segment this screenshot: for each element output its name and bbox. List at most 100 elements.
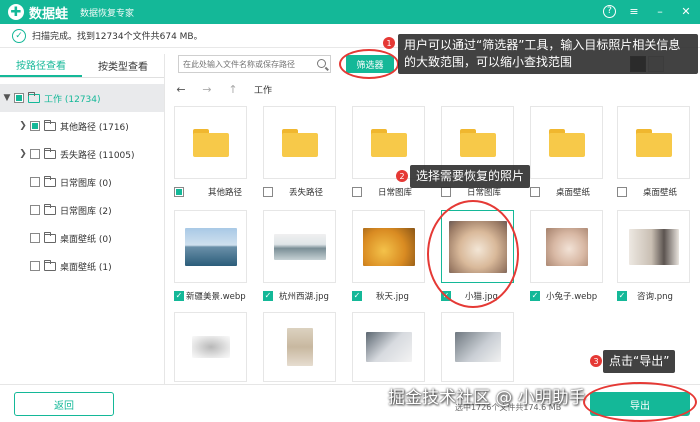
tree-checkbox[interactable] [30, 177, 40, 187]
file-checkbox[interactable] [441, 187, 451, 197]
image-thumbnail [545, 227, 588, 266]
annotation-number: 3 [590, 355, 602, 367]
folder-icon [28, 91, 40, 103]
tree-item-label: 工作 (12734) [44, 94, 101, 105]
file-checkbox[interactable] [617, 187, 627, 197]
help-icon[interactable]: ? [603, 4, 616, 18]
folder-icon [44, 231, 56, 243]
tree-item-label: 丢失路径 (11005) [60, 150, 135, 161]
file-card[interactable] [530, 106, 603, 179]
file-checkbox[interactable] [617, 291, 627, 301]
file-checkbox[interactable] [263, 187, 273, 197]
back-button[interactable]: 返回 [14, 392, 114, 416]
file-checkbox[interactable] [174, 291, 184, 301]
watermark: 掘金技术社区 @ 小明助手 [388, 388, 586, 408]
window-controls: ? ≡ – ✕ [603, 3, 694, 19]
file-card-label: 桌面壁纸 [617, 185, 700, 199]
tree-item-daily-gallery-0[interactable]: 日常图库 (0) [0, 168, 164, 196]
file-card-label: 新疆美景.webp [174, 289, 260, 303]
file-card[interactable] [174, 210, 247, 283]
tree-checkbox[interactable] [30, 149, 40, 159]
collapse-arrow-icon[interactable]: ▼ [0, 93, 14, 103]
image-thumbnail [362, 227, 415, 266]
tree-checkbox[interactable] [30, 261, 40, 271]
expand-arrow-icon[interactable]: ❯ [16, 149, 30, 159]
file-card[interactable] [441, 312, 514, 382]
file-card[interactable] [530, 210, 603, 283]
tree-item-wallpaper-1[interactable]: 桌面壁纸 (1) [0, 252, 164, 280]
folder-icon [44, 203, 56, 215]
folder-icon [44, 119, 56, 131]
tab-by-type[interactable]: 按类型查看 [82, 54, 164, 77]
folder-icon [281, 128, 318, 157]
annotation-callout: 点击“导出” [603, 350, 676, 373]
file-checkbox[interactable] [174, 187, 184, 197]
menu-icon[interactable]: ≡ [626, 3, 642, 19]
file-card[interactable] [352, 312, 425, 382]
file-checkbox[interactable] [352, 187, 362, 197]
annotation-number: 1 [383, 37, 395, 49]
tree-item-daily-gallery-2[interactable]: 日常图库 (2) [0, 196, 164, 224]
folder-icon [635, 128, 672, 157]
file-card-label: 小兔子.webp [530, 289, 616, 303]
file-card[interactable] [263, 312, 336, 382]
forward-arrow-icon[interactable]: → [194, 83, 220, 96]
scan-complete-icon: ✓ [12, 28, 26, 43]
file-card[interactable] [263, 210, 336, 283]
annotation-callout: 选择需要恢复的照片 [410, 165, 531, 188]
folder-icon [44, 175, 56, 187]
folder-tree: ▼ 工作 (12734) ❯ 其他路径 (1716) ❯ 丢失路径 (11005… [0, 84, 164, 280]
file-card[interactable] [174, 106, 247, 179]
annotation-callout: 用户可以通过“筛选器”工具，输入目标照片相关信息的大致范围，可以缩小查找范围 [398, 34, 698, 74]
left-panel: 按路径查看 按类型查看 ▼ 工作 (12734) ❯ 其他路径 (1716) ❯… [0, 54, 165, 384]
tree-item-lost-paths[interactable]: ❯ 丢失路径 (11005) [0, 140, 164, 168]
tree-item-label: 日常图库 (0) [60, 178, 112, 189]
app-name: 数据蛙 [29, 6, 69, 22]
annotation-ring-photo [427, 200, 519, 308]
annotation-number: 2 [396, 170, 408, 182]
file-checkbox[interactable] [530, 291, 540, 301]
back-arrow-icon[interactable]: ← [168, 83, 194, 96]
image-thumbnail [184, 227, 237, 266]
tree-checkbox[interactable] [30, 205, 40, 215]
minimize-icon[interactable]: – [652, 3, 668, 19]
tree-item-label: 其他路径 (1716) [60, 122, 129, 133]
file-card[interactable] [617, 210, 690, 283]
tree-item-other-paths[interactable]: ❯ 其他路径 (1716) [0, 112, 164, 140]
tab-by-path[interactable]: 按路径查看 [0, 54, 82, 77]
path-nav: ← → ↑ 工作 [168, 80, 700, 98]
file-card-label: 丢失路径 [263, 185, 349, 199]
folder-icon [548, 128, 585, 157]
image-thumbnail [191, 336, 230, 358]
tree-item-wallpaper-0[interactable]: 桌面壁纸 (0) [0, 224, 164, 252]
file-card[interactable] [174, 312, 247, 382]
title-bar: ✚ 数据蛙 数据恢复专家 ? ≡ – ✕ [0, 0, 700, 24]
folder-icon [459, 128, 496, 157]
up-arrow-icon[interactable]: ↑ [220, 83, 246, 96]
tree-checkbox[interactable] [30, 233, 40, 243]
file-checkbox[interactable] [263, 291, 273, 301]
file-card[interactable] [617, 106, 690, 179]
file-checkbox[interactable] [352, 291, 362, 301]
frog-logo-icon: ✚ [8, 4, 24, 20]
search-box [178, 55, 331, 73]
image-thumbnail [365, 332, 412, 362]
search-icon[interactable] [317, 59, 326, 68]
expand-arrow-icon[interactable]: ❯ [16, 121, 30, 131]
search-input[interactable] [183, 59, 313, 69]
file-card-label: 秋天.jpg [352, 289, 438, 303]
scan-status-text: 扫描完成。找到12734个文件共674 MB。 [32, 32, 203, 42]
tree-item-label: 桌面壁纸 (1) [60, 262, 112, 273]
folder-icon [44, 147, 56, 159]
tree-checkbox[interactable] [14, 93, 24, 103]
file-checkbox[interactable] [530, 187, 540, 197]
file-card-label: 其他路径 [174, 185, 260, 199]
file-card-label: 杭州西湖.jpg [263, 289, 349, 303]
file-card[interactable] [263, 106, 336, 179]
image-thumbnail [286, 328, 313, 366]
file-card[interactable] [352, 210, 425, 283]
tree-item-root[interactable]: ▼ 工作 (12734) [0, 84, 164, 112]
tree-checkbox[interactable] [30, 121, 40, 131]
folder-icon [370, 128, 407, 157]
close-icon[interactable]: ✕ [678, 3, 694, 19]
